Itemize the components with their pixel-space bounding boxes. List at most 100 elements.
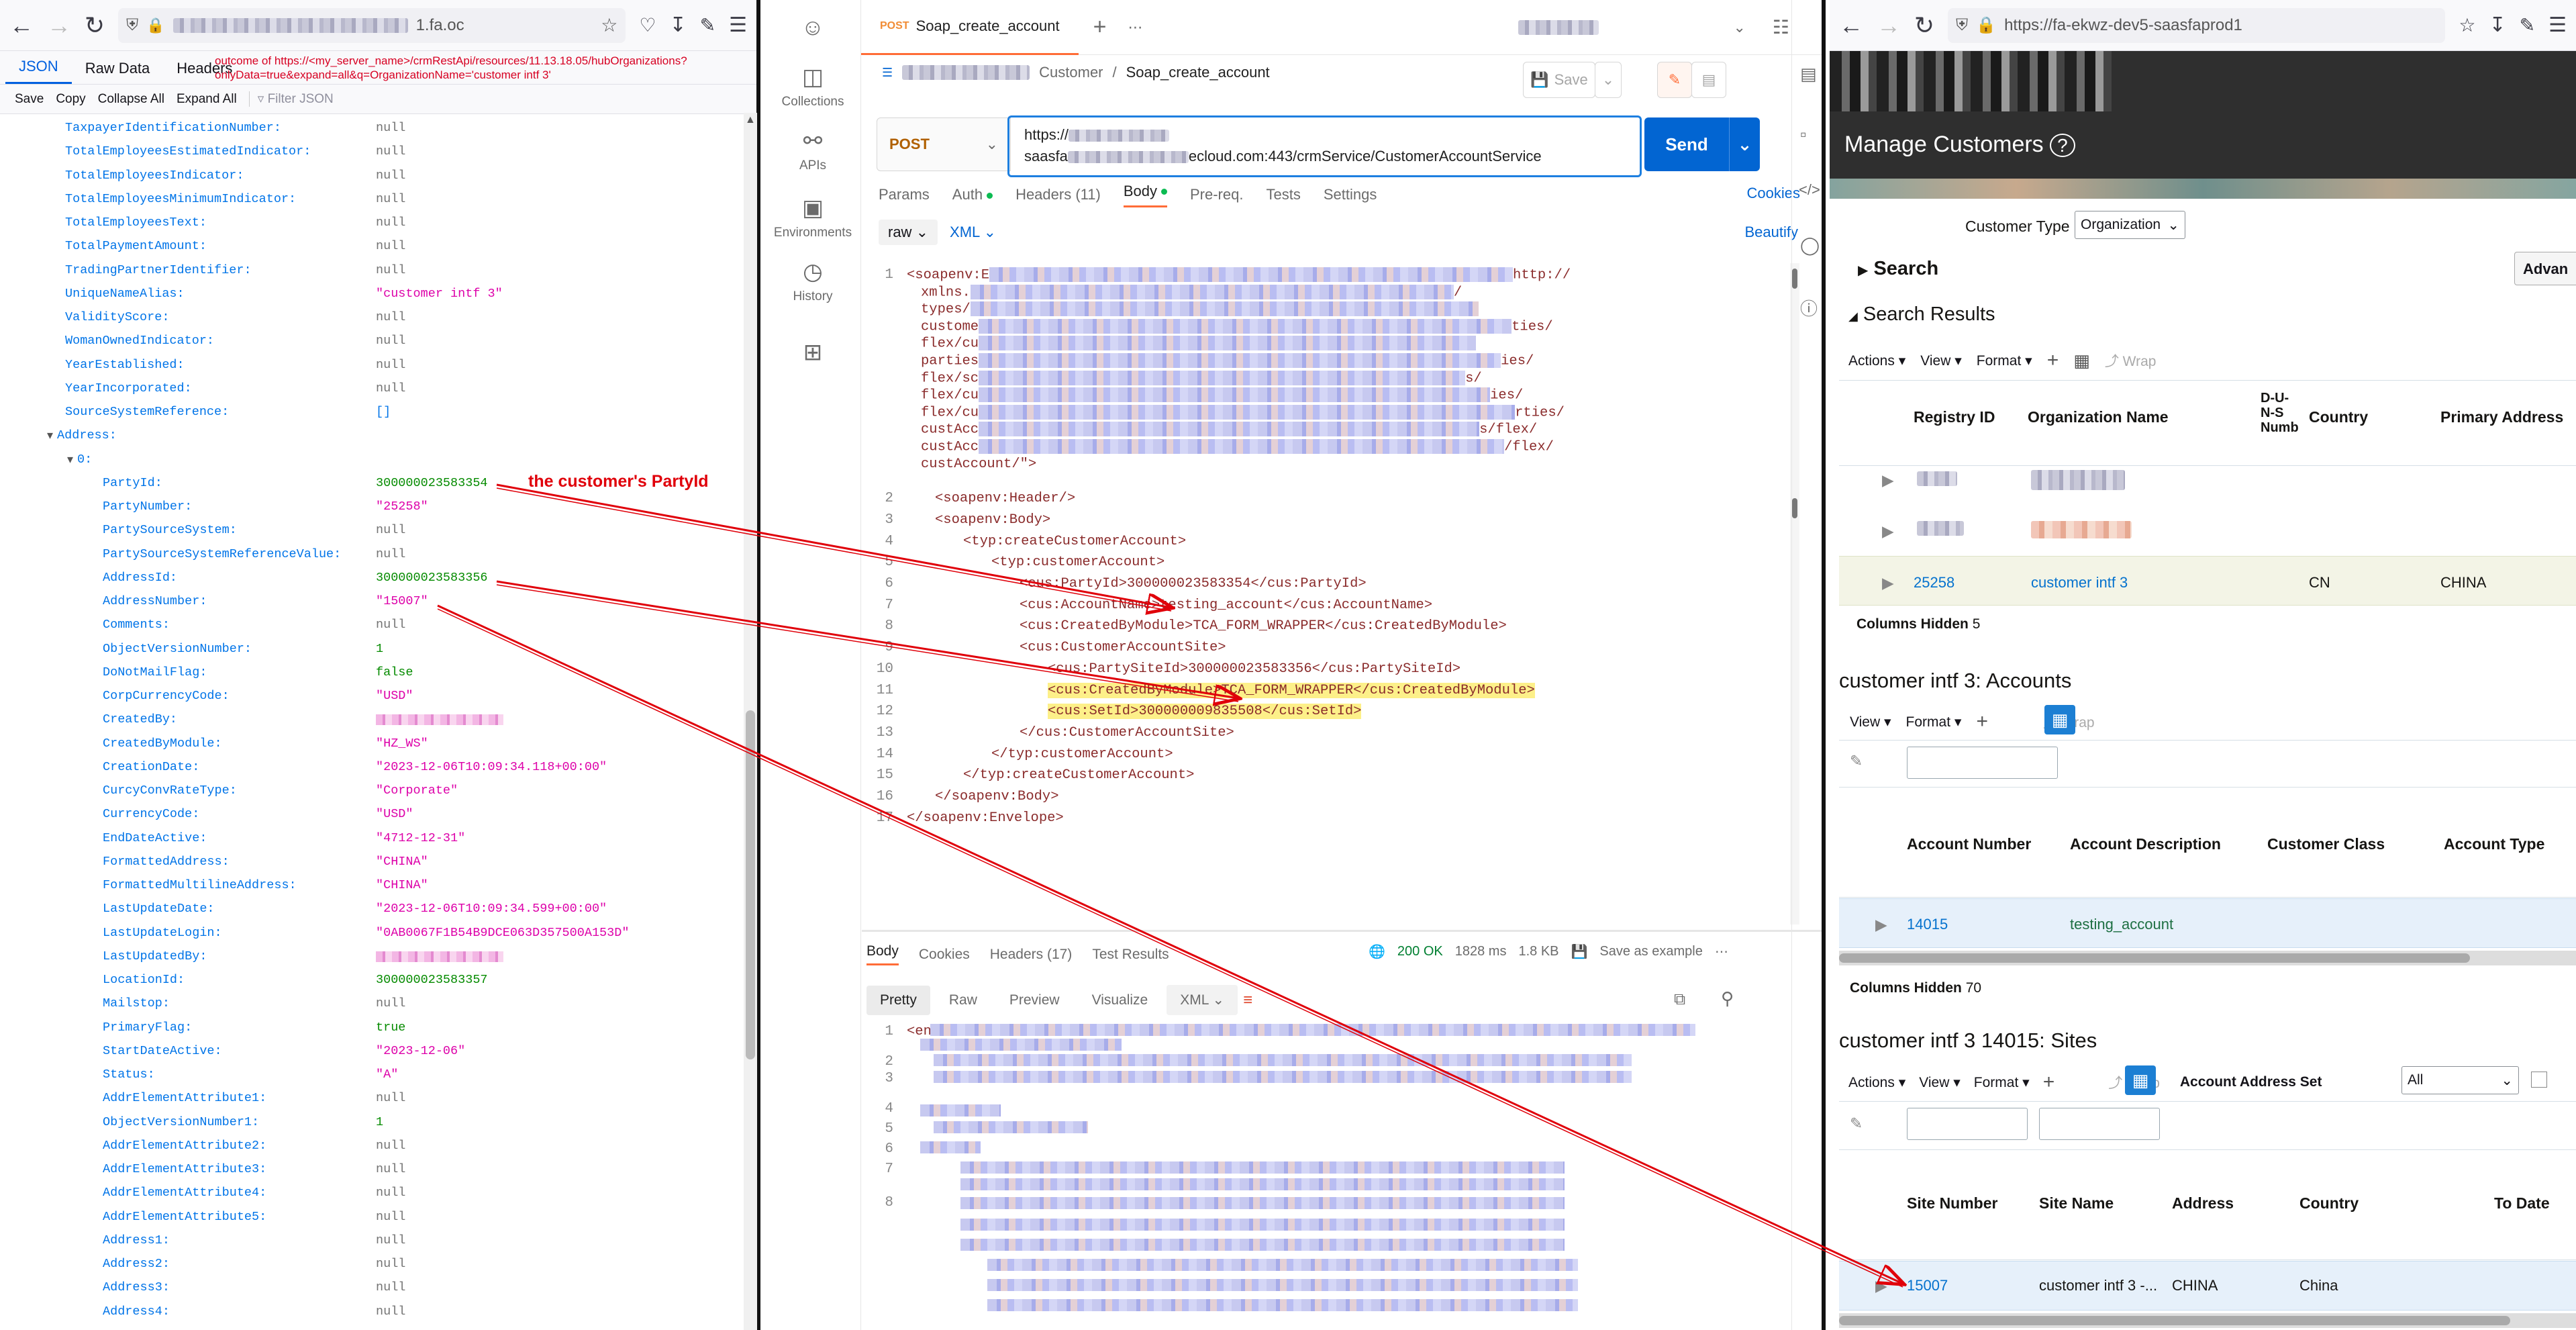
json-row[interactable]: AddrElementAttribute5: null [0, 1205, 405, 1229]
actions-menu[interactable]: Actions ▾ [1848, 1074, 1905, 1091]
view-visualize[interactable]: Visualize [1079, 986, 1162, 1015]
json-row[interactable]: CreationDate: "2023-12-06T10:09:34.118+00… [0, 755, 607, 779]
filter-json-input[interactable]: ▿ Filter JSON [248, 91, 334, 107]
tab-tests[interactable]: Tests [1266, 186, 1300, 203]
tab-auth[interactable]: Auth [952, 186, 993, 203]
col-to-date[interactable]: To Date [2494, 1194, 2550, 1213]
view-preview[interactable]: Preview [996, 986, 1073, 1015]
response-size[interactable]: 1.8 KB [1518, 944, 1558, 959]
col-primary-address[interactable]: Primary Address [2440, 408, 2563, 426]
request-name[interactable]: Soap_create_account [1126, 64, 1270, 81]
json-row[interactable]: AddressNumber: "15007" [0, 589, 428, 613]
reload-icon[interactable]: ↻ [1914, 11, 1934, 40]
copy-response-icon[interactable]: ⧉ [1674, 990, 1685, 1009]
left-scrollbar-thumb[interactable] [746, 710, 755, 1059]
row-expand-icon[interactable]: ▶ [1882, 471, 1894, 489]
json-row[interactable]: Address3: null [0, 1276, 405, 1299]
sidebar-item-apis[interactable]: ⚯ APIs [764, 128, 861, 173]
json-row[interactable]: Address4: null [0, 1300, 405, 1323]
help-icon[interactable]: ? [2050, 134, 2075, 157]
extensions-icon[interactable]: ✎ [700, 14, 715, 36]
json-row[interactable]: UniqueNameAlias: "customer intf 3" [0, 282, 503, 305]
left-scrollbar[interactable] [744, 113, 757, 1330]
sidebar-item-history[interactable]: ◷ History [764, 258, 861, 304]
json-row[interactable]: Comments: null [0, 613, 405, 636]
json-row[interactable]: ObjectVersionNumber: 1 [0, 637, 383, 661]
json-row[interactable]: ObjectVersionNumber1: 1 [0, 1110, 383, 1134]
sidebar-item-collections[interactable]: ◫ Collections [764, 64, 861, 109]
json-row[interactable]: ValidityScore: null [0, 305, 405, 329]
more-tabs-icon[interactable]: ⋯ [1128, 19, 1142, 36]
col-customer-class[interactable]: Customer Class [2267, 835, 2385, 853]
col-site-number[interactable]: Site Number [1907, 1194, 1997, 1213]
res-tab-cookies[interactable]: Cookies [919, 947, 970, 963]
send-dropdown-icon[interactable]: ⌄ [1729, 117, 1760, 171]
tab-headers[interactable]: Headers (11) [1015, 186, 1101, 203]
request-body-editor[interactable]: 1 <soapenv:E http:// xmlns. / types/custome ti… [866, 263, 1799, 924]
sidebar-account[interactable]: ☺ [764, 15, 861, 45]
site-number-link[interactable]: 15007 [1907, 1277, 1948, 1294]
tab-json[interactable]: JSON [5, 58, 72, 84]
add-icon[interactable]: + [2047, 349, 2059, 372]
expand-toggle-icon[interactable]: ▾ [67, 453, 73, 467]
right-url-bar[interactable]: ⛨ 🔒 https://fa-ekwz-dev5-saasfaprod1 [1948, 7, 2446, 43]
site-number-filter[interactable] [1907, 1108, 2028, 1140]
edit-button[interactable]: ✎ [1657, 62, 1692, 98]
col-organization-name[interactable]: Organization Name [2028, 408, 2169, 426]
scroll-up-arrow[interactable]: ▲ [745, 114, 756, 126]
advanced-button[interactable]: Advan [2514, 252, 2576, 285]
forward-icon[interactable]: → [1877, 11, 1901, 40]
json-row[interactable]: TradingPartnerIdentifier: null [0, 258, 405, 282]
json-row[interactable]: LocationId: 300000023583357 [0, 968, 488, 992]
tab-params[interactable]: Params [879, 186, 930, 203]
accounts-hscroll[interactable] [1839, 951, 2576, 965]
col-account-description[interactable]: Account Description [2070, 835, 2221, 853]
pocket-icon[interactable]: ♡ [639, 14, 656, 36]
json-row[interactable]: PartySourceSystem: null [0, 518, 405, 542]
documentation-icon[interactable]: ▤ [1800, 64, 1817, 85]
col-country[interactable]: Country [2299, 1194, 2359, 1213]
freeze-icon[interactable]: ▦ [2073, 350, 2090, 371]
beautify-link[interactable]: Beautify [1745, 224, 1799, 241]
menu-icon[interactable]: ☰ [729, 13, 747, 37]
url-input[interactable]: https:// saasfa ecloud.com:443/crmService… [1007, 115, 1642, 177]
view-raw[interactable]: Raw [936, 986, 991, 1015]
search-response-icon[interactable]: ⚲ [1721, 988, 1734, 1009]
save-request-button[interactable]: 💾 Save [1523, 62, 1595, 98]
view-menu[interactable]: View ▾ [1850, 714, 1891, 730]
json-row[interactable]: CurrencyCode: "USD" [0, 802, 413, 826]
row-expand-icon[interactable]: ▶ [1882, 574, 1894, 592]
save-as-example-button[interactable]: Save as example [1599, 944, 1702, 959]
json-row[interactable]: LastUpdatedBy: [0, 945, 503, 968]
json-row[interactable]: CurcyConvRateType: "Corporate" [0, 779, 458, 802]
view-menu[interactable]: View ▾ [1920, 352, 1962, 369]
json-row[interactable]: LastUpdateLogin: "0AB0067F1B54B9DCE063D35… [0, 921, 629, 945]
extensions-icon[interactable]: ✎ [2520, 14, 2535, 36]
selected-account-row[interactable] [1839, 898, 2576, 948]
site-name-filter[interactable] [2039, 1108, 2160, 1140]
actions-menu[interactable]: Actions ▾ [1848, 352, 1905, 369]
view-menu[interactable]: View ▾ [1919, 1074, 1961, 1091]
clear-filter-icon[interactable]: ✎ [1850, 1114, 1863, 1133]
json-row[interactable]: PrimaryFlag: true [0, 1016, 405, 1039]
json-row[interactable]: CreatedBy: [0, 708, 503, 731]
forward-icon[interactable]: → [47, 11, 71, 40]
method-select[interactable]: POST ⌄ [877, 117, 1011, 171]
response-body[interactable]: 1 2 3 4 5 6 7 8 <en [866, 1024, 1799, 1330]
json-row[interactable]: TotalEmployeesIndicator: null [0, 164, 405, 187]
status-code[interactable]: 200 OK [1397, 944, 1443, 959]
menu-icon[interactable]: ☰ [2548, 13, 2567, 37]
more-icon[interactable]: ⋯ [1715, 943, 1728, 960]
download-icon[interactable]: ↧ [2489, 13, 2506, 37]
wrap-button[interactable]: ⤴ Wrap [2105, 350, 2157, 371]
collapse-all-button[interactable]: Collapse All [98, 92, 164, 107]
json-row[interactable]: EndDateActive: "4712-12-31" [0, 826, 465, 850]
left-url-bar[interactable]: ⛨ 🔒 1.fa.oc ☆ [118, 7, 626, 43]
json-row[interactable]: PartyNumber: "25258" [0, 495, 428, 518]
body-mode-select[interactable]: raw ⌄ [879, 220, 938, 245]
add-icon[interactable]: + [2043, 1071, 2055, 1094]
download-icon[interactable]: ↧ [669, 13, 686, 37]
sidebar-item-environments[interactable]: ▣ Environments [764, 195, 861, 240]
format-menu[interactable]: Format ▾ [1974, 1074, 2030, 1091]
col-account-number[interactable]: Account Number [1907, 835, 2031, 853]
